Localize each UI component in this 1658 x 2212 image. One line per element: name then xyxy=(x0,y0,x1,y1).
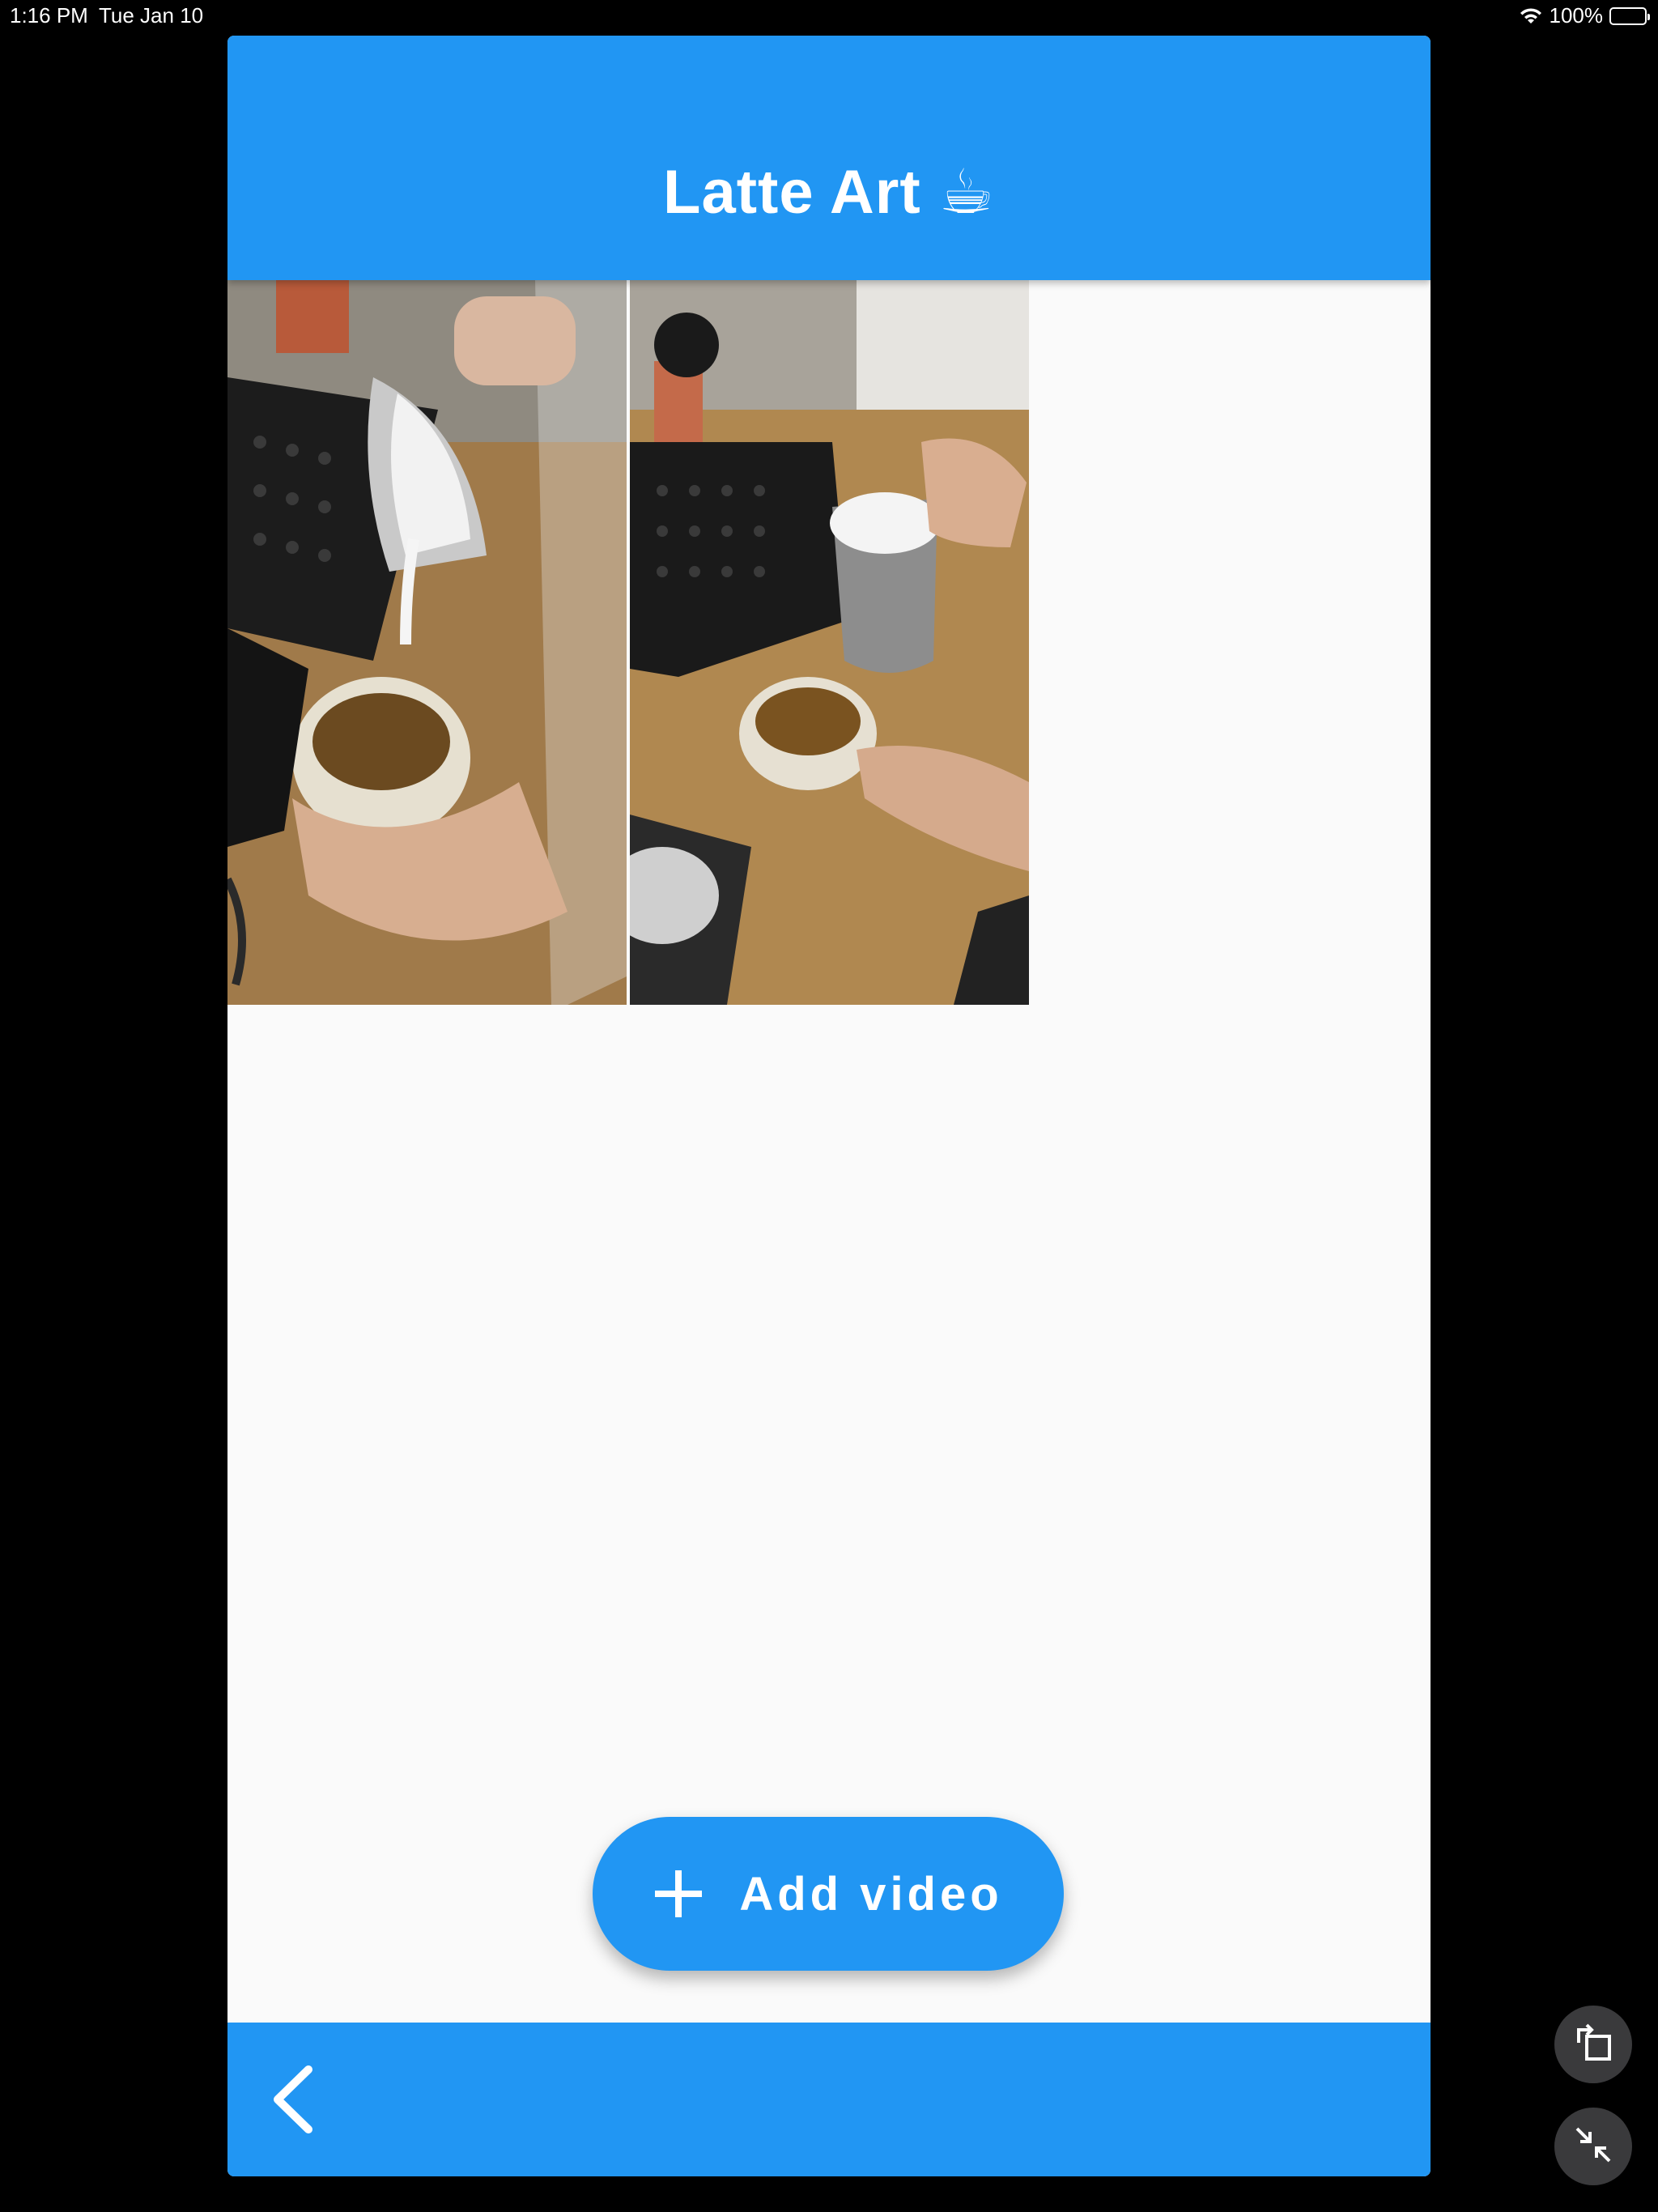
plus-icon xyxy=(653,1869,704,1919)
app-bar: Latte Art ☕ xyxy=(227,36,1431,280)
app-window: Latte Art ☕ Add video xyxy=(227,36,1431,2176)
video-thumbnail-2[interactable] xyxy=(630,280,1029,1005)
video-grid xyxy=(227,280,1029,1005)
status-date: Tue Jan 10 xyxy=(99,3,204,28)
status-time: 1:16 PM xyxy=(10,3,88,28)
video-thumbnail-1[interactable] xyxy=(227,280,627,1005)
status-right: 100% xyxy=(1519,3,1650,28)
add-video-button[interactable]: Add video xyxy=(593,1817,1064,1971)
rotate-button[interactable] xyxy=(1554,2006,1632,2083)
wifi-icon xyxy=(1519,7,1543,25)
battery-icon xyxy=(1609,6,1650,25)
bottom-bar xyxy=(227,2023,1431,2176)
shrink-button[interactable] xyxy=(1554,2108,1632,2185)
battery-percent: 100% xyxy=(1549,3,1604,28)
rotate-icon xyxy=(1571,2020,1616,2069)
page-title: Latte Art ☕ xyxy=(663,158,995,227)
back-chevron-icon[interactable] xyxy=(260,2063,325,2136)
shrink-icon xyxy=(1571,2122,1616,2172)
add-video-label: Add video xyxy=(739,1867,1003,1921)
status-bar: 1:16 PM Tue Jan 10 100% xyxy=(0,0,1658,32)
